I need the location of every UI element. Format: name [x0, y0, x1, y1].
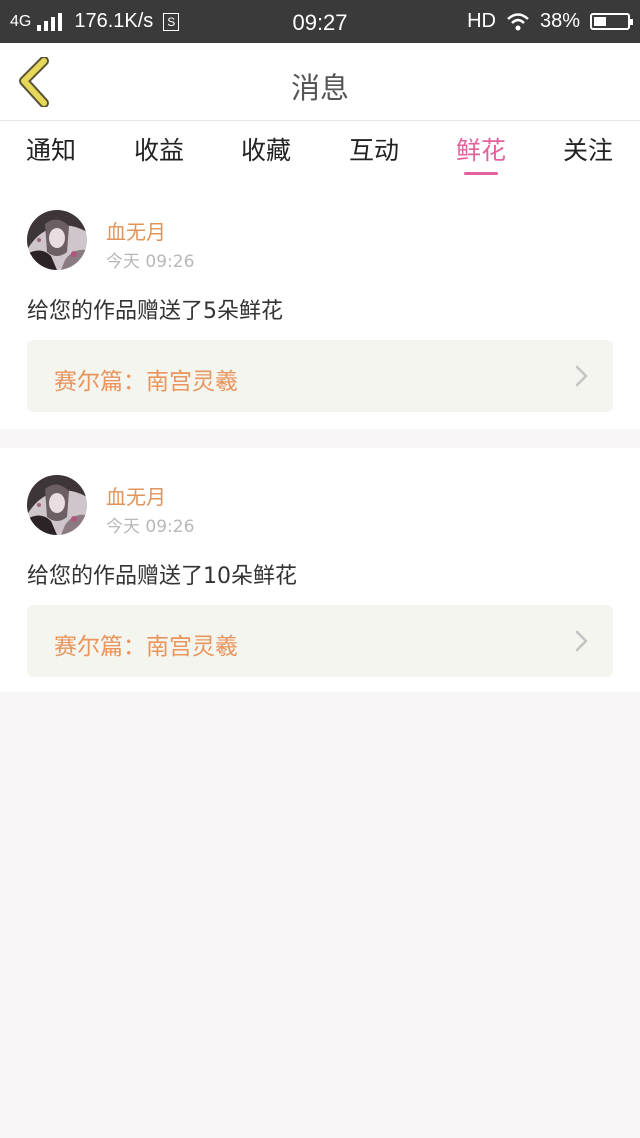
message-text: 给您的作品赠送了5朵鲜花: [27, 299, 283, 324]
work-title: 赛尔篇：南宫灵羲: [54, 369, 238, 395]
active-tab-indicator: [464, 172, 498, 175]
work-link[interactable]: 赛尔篇：南宫灵羲: [27, 340, 613, 412]
message-time: 今天 09:26: [106, 252, 195, 272]
tab-earnings[interactable]: 收益: [114, 131, 204, 167]
nav-header: 消息: [0, 43, 640, 121]
message-time: 今天 09:26: [106, 517, 195, 537]
avatar-image: [27, 210, 87, 270]
work-link[interactable]: 赛尔篇：南宫灵羲: [27, 605, 613, 677]
status-right: HD 38%: [467, 10, 633, 33]
wifi-icon: [507, 12, 529, 30]
sender-name[interactable]: 血无月: [106, 216, 166, 245]
battery-percent: 38%: [539, 10, 580, 32]
tab-bar: 通知 收益 收藏 互动 鲜花 关注: [0, 121, 640, 183]
tab-notification[interactable]: 通知: [6, 131, 96, 167]
chevron-right-icon: [575, 630, 588, 652]
chevron-right-icon: [575, 365, 588, 387]
tab-flowers[interactable]: 鲜花: [436, 131, 526, 167]
battery-icon: [590, 13, 633, 30]
message-text: 给您的作品赠送了10朵鲜花: [27, 564, 297, 589]
message-card: 血无月 今天 09:26 给您的作品赠送了5朵鲜花 赛尔篇：南宫灵羲: [0, 183, 640, 429]
page-title: 消息: [290, 71, 349, 105]
work-title: 赛尔篇：南宫灵羲: [54, 634, 238, 660]
tab-favorites[interactable]: 收藏: [221, 131, 311, 167]
sender-name[interactable]: 血无月: [106, 481, 166, 510]
hd-indicator: HD: [467, 10, 496, 32]
avatar[interactable]: [27, 475, 87, 535]
avatar[interactable]: [27, 210, 87, 270]
tab-interaction[interactable]: 互动: [329, 131, 419, 167]
avatar-image: [27, 475, 87, 535]
message-card: 血无月 今天 09:26 给您的作品赠送了10朵鲜花 赛尔篇：南宫灵羲: [0, 448, 640, 692]
status-bar: 4G 176.1K/s S 09:27 HD 38%: [0, 0, 640, 43]
tab-following[interactable]: 关注: [543, 131, 633, 167]
battery-fill: [594, 17, 607, 26]
